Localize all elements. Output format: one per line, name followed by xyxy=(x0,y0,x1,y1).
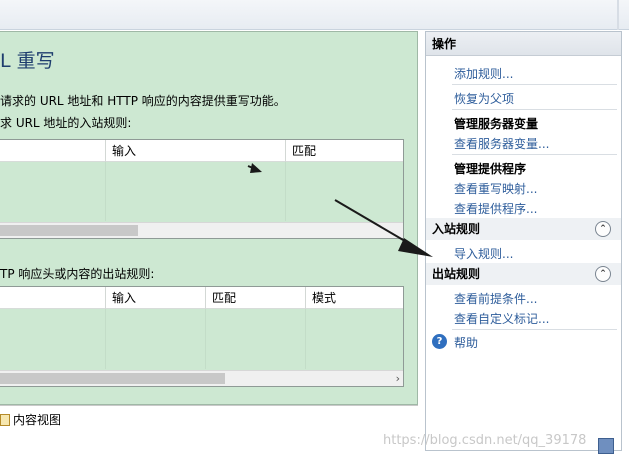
column-divider xyxy=(105,162,106,221)
main-panel: L 重写 请求的 URL 地址和 HTTP 响应的内容提供重写功能。 求 URL… xyxy=(0,31,418,405)
iis-url-rewrite-window: L 重写 请求的 URL 地址和 HTTP 响应的内容提供重写功能。 求 URL… xyxy=(0,0,629,461)
column-divider xyxy=(205,309,206,369)
inbound-grid-body xyxy=(0,162,403,221)
revert-to-parent-link[interactable]: 恢复为父项 xyxy=(454,90,514,107)
view-custom-tags-link[interactable]: 查看自定义标记... xyxy=(454,310,549,327)
column-header-input[interactable]: 输入 xyxy=(105,140,285,162)
outbound-grid-body xyxy=(0,309,403,369)
content-view-button[interactable]: 内容视图 xyxy=(0,412,61,428)
scrollbar-thumb[interactable] xyxy=(0,373,225,384)
outbound-horizontal-scrollbar[interactable]: › xyxy=(0,370,403,386)
column-divider xyxy=(285,162,286,221)
actions-header: 操作 xyxy=(426,32,621,56)
separator xyxy=(452,329,617,330)
column-header-match[interactable]: 匹配 xyxy=(285,140,403,162)
column-header-pattern[interactable]: 模式 xyxy=(305,287,403,309)
separator xyxy=(452,109,617,110)
top-strip xyxy=(0,0,629,30)
inbound-grid-header: 输入 匹配 xyxy=(0,140,403,162)
window-edge xyxy=(617,0,619,30)
separator xyxy=(452,154,617,155)
watermark: https://blog.csdn.net/qq_39178 xyxy=(383,433,587,448)
view-bar: 内容视图 xyxy=(0,405,418,433)
inbound-group-label: 入站规则 xyxy=(432,222,481,236)
outbound-grid-header: 输入 匹配 模式 xyxy=(0,287,403,309)
content-view-icon xyxy=(0,414,10,426)
column-divider xyxy=(105,309,106,369)
separator xyxy=(452,84,617,85)
page-title: L 重写 xyxy=(0,50,55,72)
view-server-variables-link[interactable]: 查看服务器变量... xyxy=(454,135,549,152)
outbound-rules-group-header[interactable]: 出站规则 ⌃ xyxy=(426,263,621,285)
scrollbar-thumb[interactable] xyxy=(0,225,138,236)
column-header-input[interactable]: 输入 xyxy=(105,287,205,309)
help-icon[interactable]: ? xyxy=(432,334,447,349)
view-rewrite-maps-link[interactable]: 查看重写映射... xyxy=(454,180,537,197)
tray-icon xyxy=(598,438,614,454)
actions-panel: 操作 添加规则... 恢复为父项 管理服务器变量 查看服务器变量... 管理提供… xyxy=(425,31,622,451)
content-view-label: 内容视图 xyxy=(13,413,62,427)
help-link[interactable]: 帮助 xyxy=(454,334,478,351)
add-rule-link[interactable]: 添加规则... xyxy=(454,65,513,82)
import-rules-link[interactable]: 导入规则... xyxy=(454,245,513,262)
inbound-horizontal-scrollbar[interactable] xyxy=(0,222,403,238)
collapse-icon[interactable]: ⌃ xyxy=(595,221,611,237)
inbound-rules-group-header[interactable]: 入站规则 ⌃ xyxy=(426,218,621,240)
manage-server-variables-title: 管理服务器变量 xyxy=(454,117,539,131)
outbound-group-label: 出站规则 xyxy=(432,267,481,281)
inbound-rules-grid[interactable]: 输入 匹配 xyxy=(0,139,404,239)
scroll-right-arrow[interactable]: › xyxy=(396,371,400,387)
column-divider xyxy=(305,309,306,369)
view-providers-link[interactable]: 查看提供程序... xyxy=(454,200,537,217)
manage-providers-title: 管理提供程序 xyxy=(454,162,527,176)
outbound-rules-grid[interactable]: 输入 匹配 模式 › xyxy=(0,286,404,387)
inbound-rules-label: 求 URL 地址的入站规则: xyxy=(0,116,132,130)
collapse-icon[interactable]: ⌃ xyxy=(595,266,611,282)
outbound-rules-label: TP 响应头或内容的出站规则: xyxy=(0,267,155,281)
view-preconditions-link[interactable]: 查看前提条件... xyxy=(454,290,537,307)
page-description: 请求的 URL 地址和 HTTP 响应的内容提供重写功能。 xyxy=(0,94,286,108)
column-header-match[interactable]: 匹配 xyxy=(205,287,305,309)
